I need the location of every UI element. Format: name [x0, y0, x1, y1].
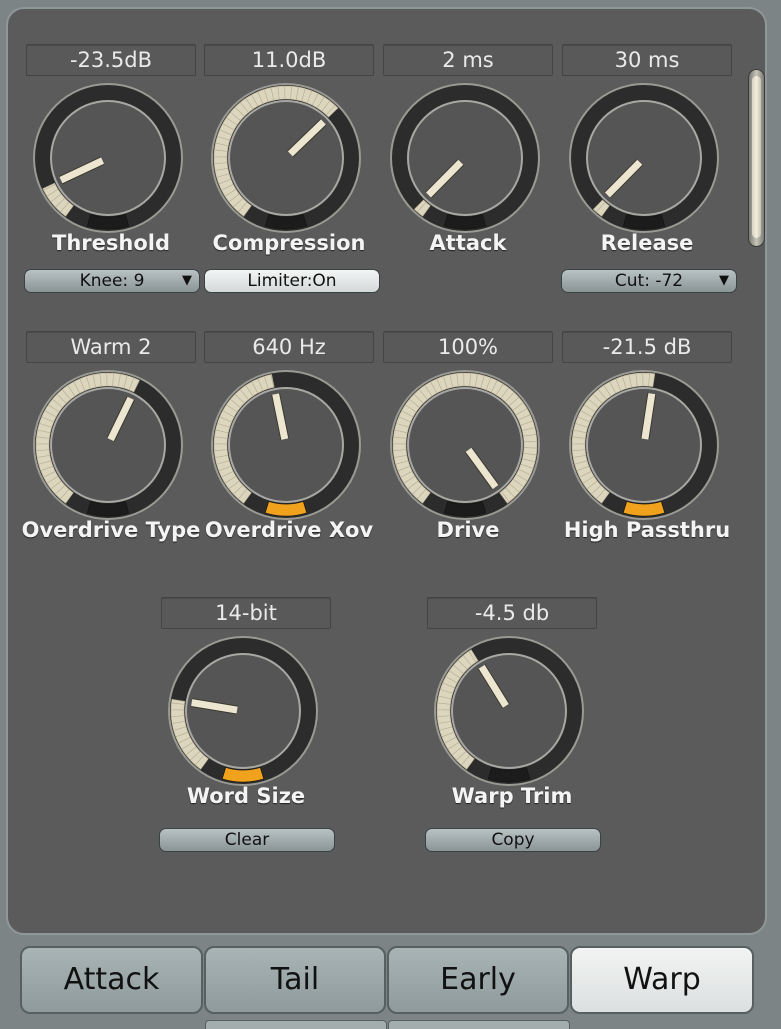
drive-label: Drive: [436, 518, 500, 542]
overdrive-xov-knob[interactable]: [210, 369, 362, 521]
chevron-down-icon: ▼: [719, 273, 729, 288]
tab-bar: Attack Tail Early Warp: [0, 936, 781, 1029]
attack-knob[interactable]: [389, 82, 541, 234]
word-size-knob[interactable]: [167, 635, 319, 787]
overdrive-xov-label: Overdrive Xov: [204, 518, 374, 542]
level-segment: [456, 372, 465, 387]
knob-face: [187, 655, 299, 767]
high-passthru-knob[interactable]: [568, 369, 720, 521]
overdrive-type-value[interactable]: Warm 2: [26, 331, 196, 363]
cut-dropdown[interactable]: Cut: -72 ▼: [561, 269, 737, 293]
cut-value: Cut: -72: [614, 271, 684, 291]
knob-face: [230, 102, 342, 214]
knee-value: Knee: 9: [79, 271, 145, 291]
word-size-label: Word Size: [186, 784, 306, 808]
clear-button[interactable]: Clear: [159, 828, 335, 852]
level-segment: [635, 372, 644, 387]
drive-value[interactable]: 100%: [383, 331, 553, 363]
level-segment: [170, 709, 185, 717]
level-segment: [35, 443, 50, 451]
knob-face: [588, 102, 700, 214]
chevron-down-icon: ▼: [182, 273, 192, 288]
level-segment: [392, 443, 407, 451]
copy-button[interactable]: Copy: [425, 828, 601, 852]
knee-dropdown[interactable]: Knee: 9 ▼: [24, 269, 200, 293]
lower-tab-edge: [205, 1020, 387, 1029]
warp-trim-knob[interactable]: [433, 635, 585, 787]
limiter-toggle-button[interactable]: Limiter:On: [204, 269, 380, 293]
tab-tail[interactable]: Tail: [204, 946, 386, 1014]
level-segment: [436, 709, 451, 717]
level-segment: [213, 156, 228, 164]
warp-trim-value[interactable]: -4.5 db: [427, 597, 597, 629]
scrollbar-thumb[interactable]: [752, 76, 761, 238]
knob-face: [409, 389, 521, 501]
tab-early[interactable]: Early: [387, 946, 569, 1014]
release-knob[interactable]: [568, 82, 720, 234]
knob-face: [588, 389, 700, 501]
threshold-knob[interactable]: [32, 82, 184, 234]
level-segment: [277, 85, 286, 100]
vertical-scrollbar[interactable]: [748, 69, 765, 247]
release-label: Release: [600, 231, 694, 255]
threshold-label: Threshold: [52, 231, 170, 255]
level-segment: [523, 440, 538, 449]
tab-warp[interactable]: Warp: [570, 946, 754, 1014]
overdrive-type-knob[interactable]: [32, 369, 184, 521]
overdrive-xov-value[interactable]: 640 Hz: [204, 331, 374, 363]
drive-knob[interactable]: [389, 369, 541, 521]
high-passthru-value[interactable]: -21.5 dB: [562, 331, 732, 363]
compression-label: Compression: [212, 231, 366, 255]
level-segment: [213, 443, 228, 451]
level-segment: [571, 443, 586, 451]
tab-attack[interactable]: Attack: [20, 946, 203, 1014]
knob-face: [453, 655, 565, 767]
high-passthru-label: High Passthru: [563, 518, 731, 542]
compression-knob[interactable]: [210, 82, 362, 234]
word-size-value[interactable]: 14-bit: [161, 597, 331, 629]
warp-trim-label: Warp Trim: [451, 784, 573, 808]
attack-value[interactable]: 2 ms: [383, 44, 553, 76]
knob-face: [409, 102, 521, 214]
attack-label: Attack: [429, 231, 507, 255]
threshold-value[interactable]: -23.5dB: [26, 44, 196, 76]
overdrive-type-label: Overdrive Type: [21, 518, 201, 542]
compression-value[interactable]: 11.0dB: [204, 44, 374, 76]
release-value[interactable]: 30 ms: [562, 44, 732, 76]
knob-face: [230, 389, 342, 501]
reverb-plugin-window: -23.5dB Threshold 11.0dB Compression 2 m…: [0, 0, 781, 1029]
level-segment: [99, 372, 108, 387]
knob-face: [52, 102, 164, 214]
lower-tab-edge: [388, 1020, 570, 1029]
knob-face: [52, 389, 164, 501]
